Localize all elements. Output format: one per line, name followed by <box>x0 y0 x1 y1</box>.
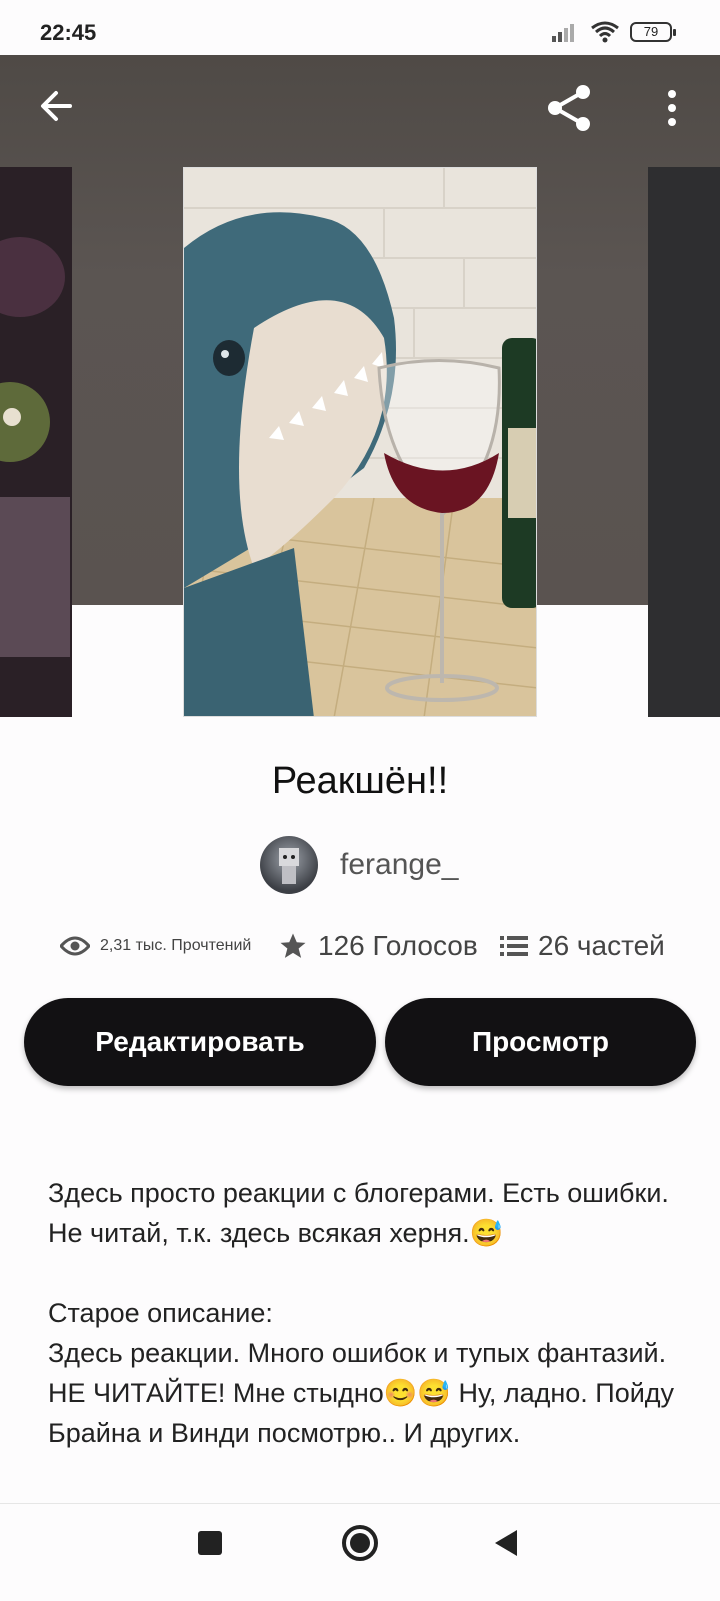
system-nav-bar <box>0 1503 720 1601</box>
status-time: 22:45 <box>40 20 97 45</box>
previous-story-cover[interactable] <box>0 167 72 717</box>
votes-stat: 126 Голосов <box>278 930 478 962</box>
story-stats: 2,31 тыс. Прочтений 126 Голосов 26 часте… <box>0 930 720 970</box>
star-icon <box>280 933 306 958</box>
home-circle-icon[interactable] <box>341 1524 379 1562</box>
votes-count: 126 Голосов <box>318 930 478 961</box>
back-button[interactable] <box>36 86 76 131</box>
back-arrow-icon <box>41 91 72 121</box>
author-row[interactable]: ferange_ <box>260 836 458 894</box>
status-icons: 79 <box>552 20 676 44</box>
parts-stat: 26 частей <box>500 930 665 962</box>
recents-square-icon[interactable] <box>197 1530 223 1556</box>
cover-image <box>184 168 536 716</box>
list-icon <box>500 936 528 956</box>
more-vert-icon <box>668 90 676 126</box>
battery-icon: 79 <box>630 22 676 42</box>
more-options-button[interactable] <box>658 88 686 133</box>
back-triangle-icon[interactable] <box>493 1528 519 1558</box>
next-story-cover[interactable] <box>648 167 720 717</box>
eye-icon <box>60 936 90 956</box>
author-name[interactable]: ferange_ <box>340 848 458 882</box>
share-icon <box>548 85 590 131</box>
parts-count: 26 частей <box>538 930 665 961</box>
avatar-image <box>279 848 299 884</box>
signal-icon <box>552 24 574 42</box>
reads-count: 2,31 тыс. Прочтений <box>100 937 252 954</box>
author-avatar[interactable] <box>260 836 318 894</box>
share-button[interactable] <box>543 82 595 139</box>
battery-level: 79 <box>643 24 659 39</box>
story-cover[interactable] <box>183 167 537 717</box>
cover-image-left <box>0 167 72 717</box>
reads-stat: 2,31 тыс. Прочтений <box>60 936 251 956</box>
status-bar: 22:45 79 <box>0 0 720 55</box>
wifi-icon <box>591 21 619 43</box>
story-description: Здесь просто реакции с блогерами. Есть о… <box>48 1178 675 1448</box>
edit-button[interactable]: Редактировать <box>24 998 376 1086</box>
view-button[interactable]: Просмотр <box>385 998 696 1086</box>
story-title: Реакшён!! <box>271 760 449 802</box>
